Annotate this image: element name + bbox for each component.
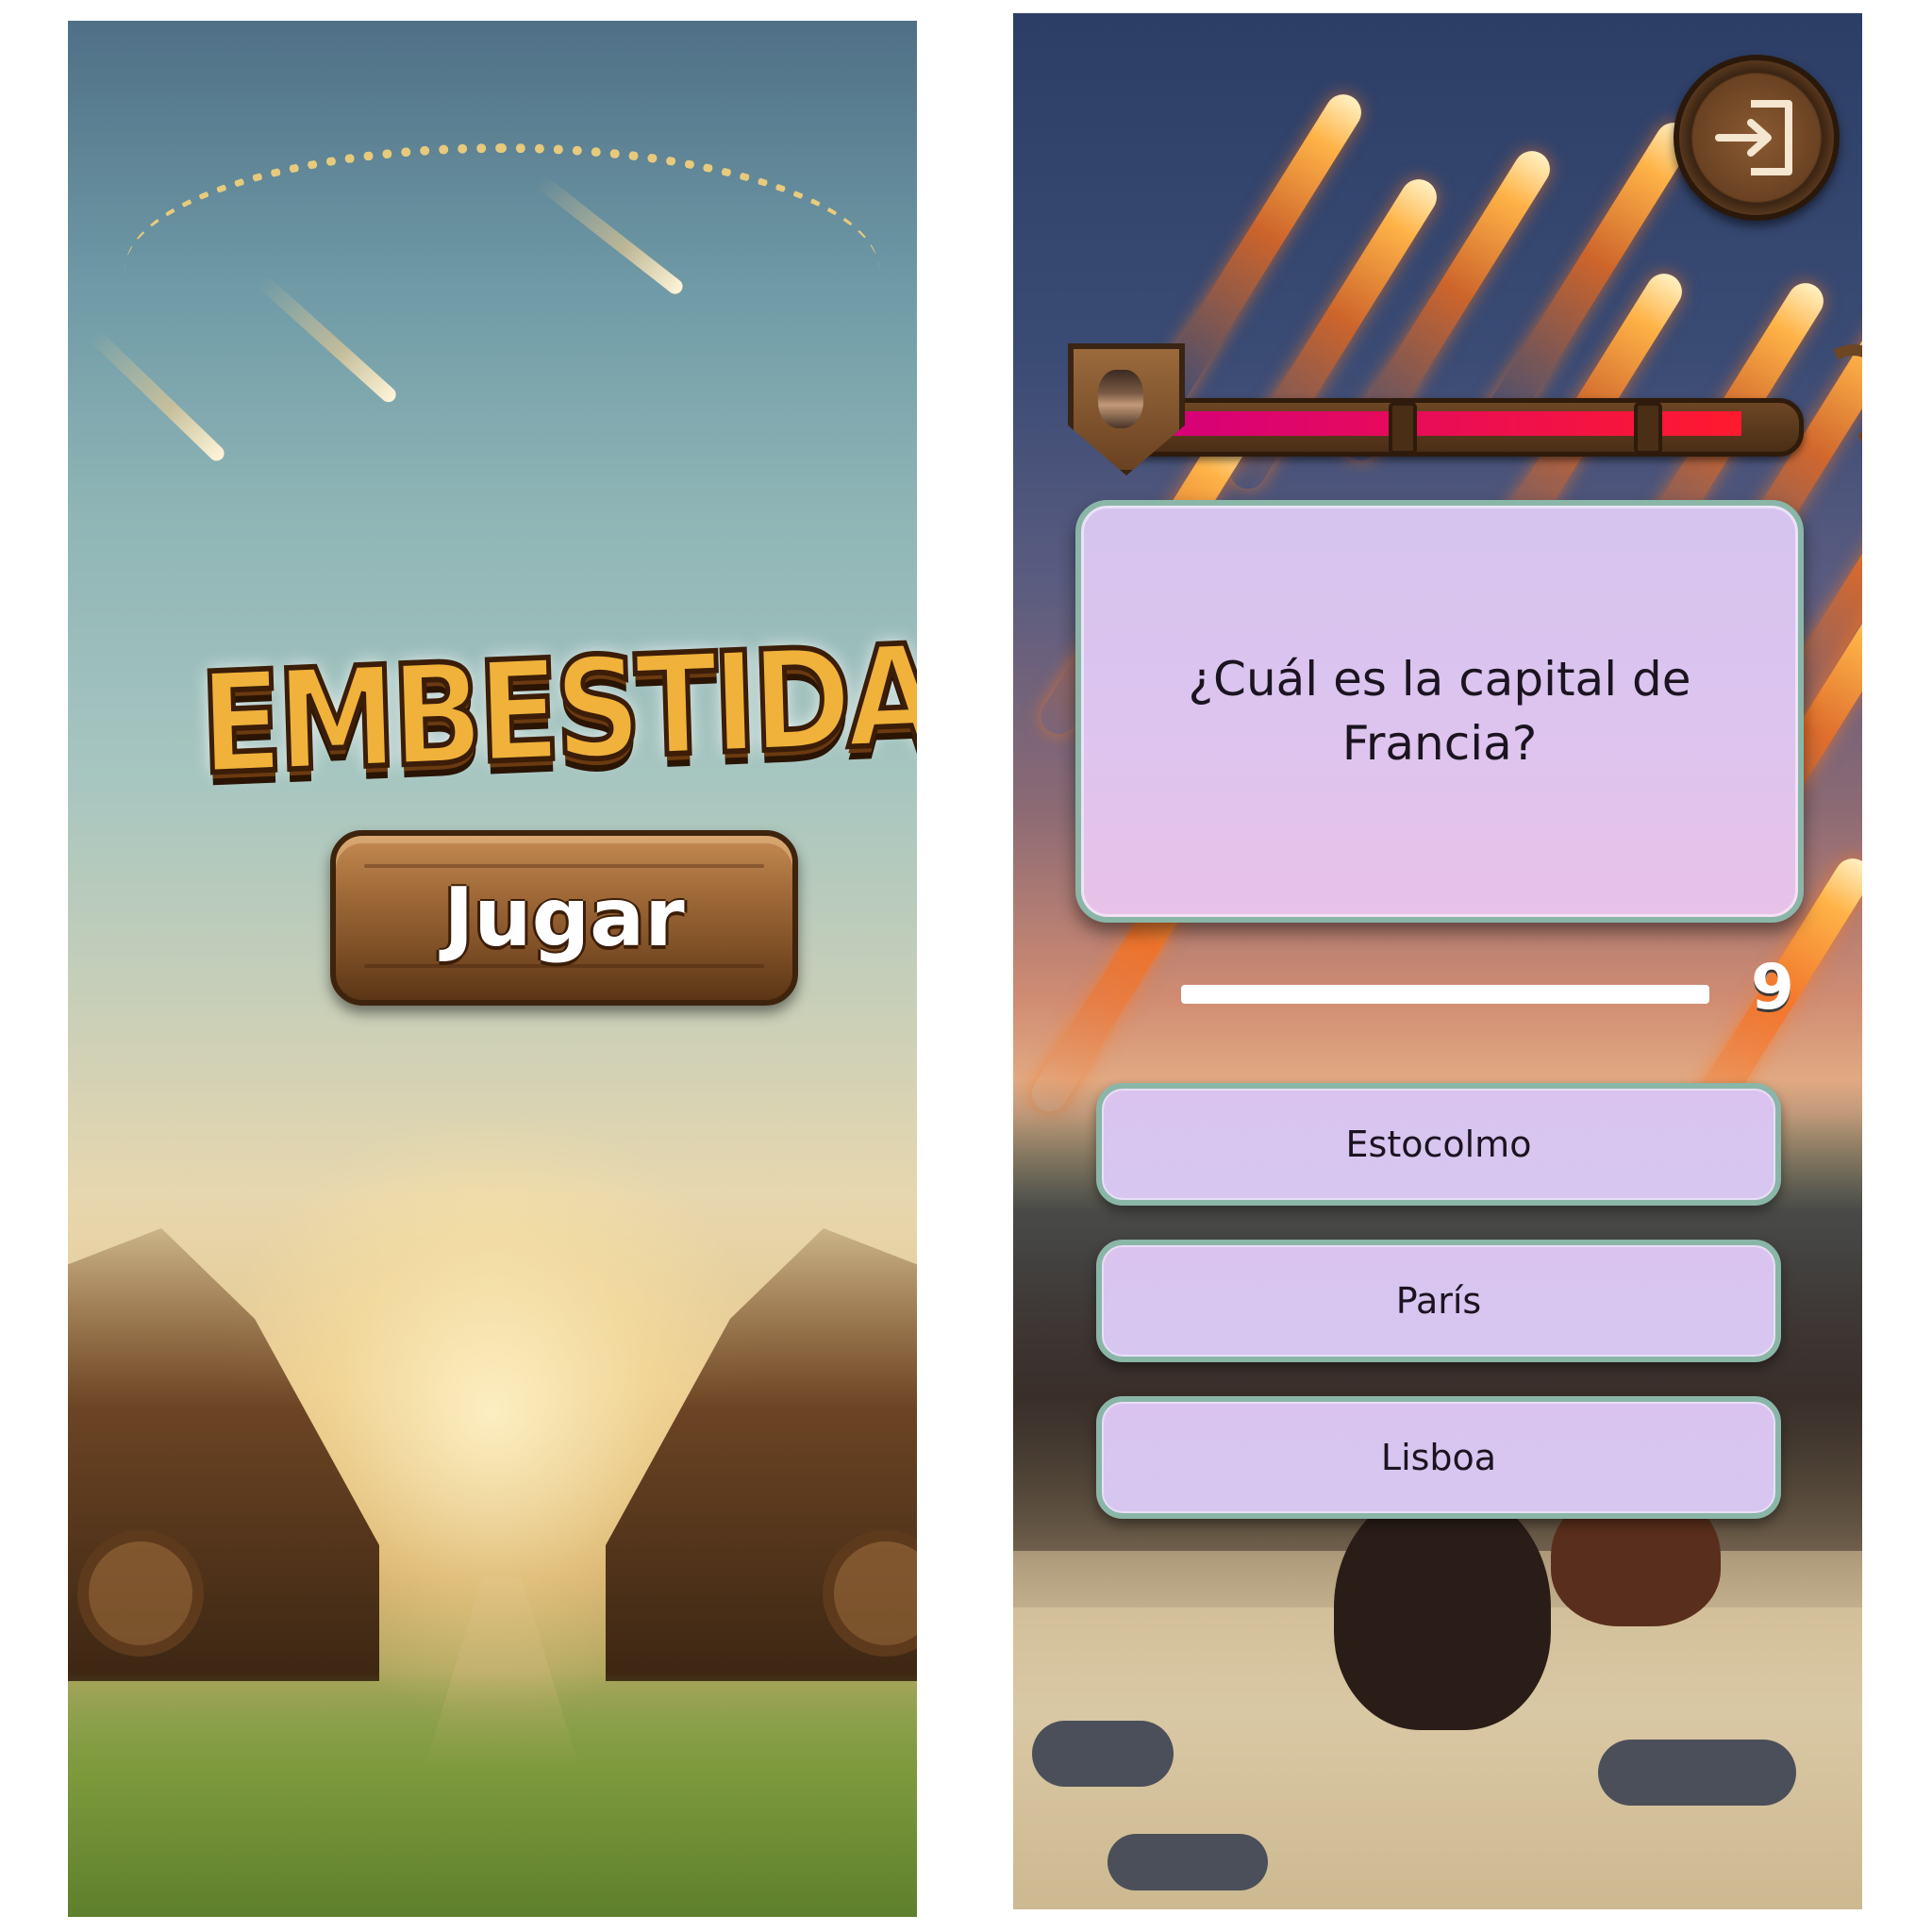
title-screen: EMBESTIDA Jugar [68,21,917,1917]
timer-bar [1181,985,1709,1004]
quiz-screen: ¿Cuál es la capital de Francia? 9 Estoco… [1013,13,1862,1909]
question-text: ¿Cuál es la capital de Francia? [1188,652,1691,771]
fallen-knight [1032,1721,1174,1787]
health-bar-knot [1634,402,1662,455]
charging-bull [1334,1485,1551,1730]
fallen-knight [1598,1740,1796,1806]
exit-button[interactable] [1674,55,1840,221]
wood-grain-decoration [364,864,764,868]
answer-label: París [1395,1280,1482,1322]
answer-button[interactable]: Estocolmo [1096,1083,1781,1206]
question-card: ¿Cuál es la capital de Francia? [1075,500,1804,923]
fallen-knight [1108,1834,1268,1890]
game-logo: EMBESTIDA [195,612,917,808]
timer-count: 9 [1751,951,1794,1024]
warrior-face [1098,370,1143,428]
play-button[interactable]: Jugar [330,830,798,1006]
grass-field [68,1672,917,1917]
play-button-label: Jugar [443,871,685,965]
sparkle-arc-decoration [125,143,879,398]
answer-button[interactable]: Lisboa [1096,1396,1781,1519]
exit-door-arrow-icon [1715,100,1792,175]
health-bar-knot [1389,402,1417,455]
answer-button[interactable]: París [1096,1240,1781,1362]
health-bar [1068,331,1862,475]
cart-wheel-decoration [77,1530,204,1657]
answer-label: Estocolmo [1345,1124,1532,1165]
timer-fill [1181,985,1709,1004]
answer-label: Lisboa [1380,1437,1497,1478]
